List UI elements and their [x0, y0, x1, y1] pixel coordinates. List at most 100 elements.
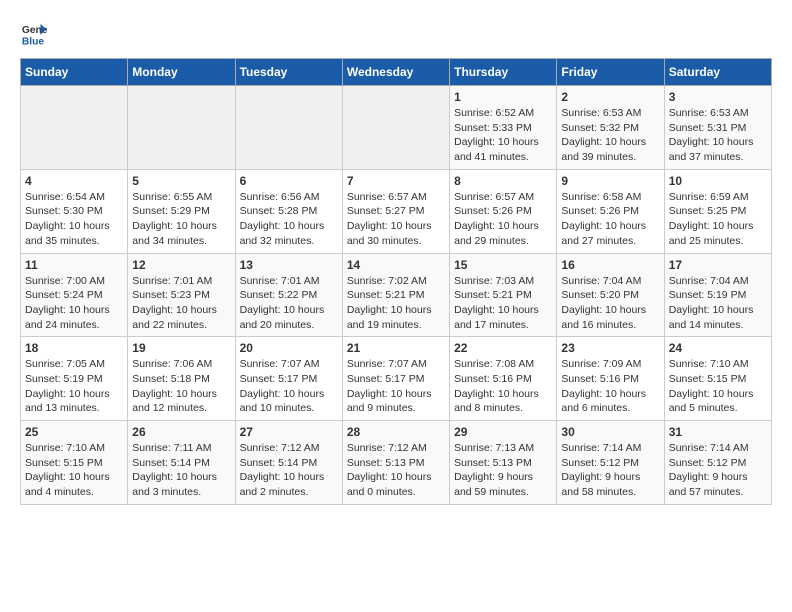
day-number: 7	[347, 174, 445, 188]
day-number: 17	[669, 258, 767, 272]
calendar-cell: 30Sunrise: 7:14 AM Sunset: 5:12 PM Dayli…	[557, 421, 664, 505]
day-number: 20	[240, 341, 338, 355]
weekday-header-sunday: Sunday	[21, 59, 128, 86]
day-info: Sunrise: 7:07 AM Sunset: 5:17 PM Dayligh…	[347, 357, 445, 416]
day-number: 12	[132, 258, 230, 272]
day-number: 21	[347, 341, 445, 355]
week-row-5: 25 Sunrise: 7:10 AM Sunset: 5:15 PM Dayli…	[21, 421, 772, 505]
day-number: 26	[132, 425, 230, 439]
day-number: 16	[561, 258, 659, 272]
day-number: 4	[25, 174, 123, 188]
calendar-cell: 15 Sunrise: 7:03 AM Sunset: 5:21 PM Dayli…	[450, 253, 557, 337]
weekday-header-monday: Monday	[128, 59, 235, 86]
calendar-cell: 12 Sunrise: 7:01 AM Sunset: 5:23 PM Dayli…	[128, 253, 235, 337]
week-row-2: 4 Sunrise: 6:54 AM Sunset: 5:30 PM Daylig…	[21, 169, 772, 253]
calendar-cell: 27 Sunrise: 7:12 AM Sunset: 5:14 PM Dayli…	[235, 421, 342, 505]
day-info: Sunrise: 7:13 AM Sunset: 5:13 PM Dayligh…	[454, 441, 552, 500]
day-info: Sunrise: 7:12 AM Sunset: 5:14 PM Dayligh…	[240, 441, 338, 500]
calendar-cell: 10 Sunrise: 6:59 AM Sunset: 5:25 PM Dayli…	[664, 169, 771, 253]
calendar-cell: 14Sunrise: 7:02 AM Sunset: 5:21 PM Dayli…	[342, 253, 449, 337]
weekday-header-friday: Friday	[557, 59, 664, 86]
day-info: Sunrise: 6:53 AM Sunset: 5:32 PM Dayligh…	[561, 106, 659, 165]
calendar-cell: 18 Sunrise: 7:05 AM Sunset: 5:19 PM Dayli…	[21, 337, 128, 421]
calendar-cell: 31 Sunrise: 7:14 AM Sunset: 5:12 PM Dayli…	[664, 421, 771, 505]
day-info: Sunrise: 7:09 AM Sunset: 5:16 PM Dayligh…	[561, 357, 659, 416]
day-info: Sunrise: 6:57 AM Sunset: 5:26 PM Dayligh…	[454, 190, 552, 249]
day-info: Sunrise: 7:14 AM Sunset: 5:12 PM Dayligh…	[669, 441, 767, 500]
week-row-1: 1 Sunrise: 6:52 AM Sunset: 5:33 PM Daylig…	[21, 86, 772, 170]
calendar-cell: 2 Sunrise: 6:53 AM Sunset: 5:32 PM Daylig…	[557, 86, 664, 170]
day-info: Sunrise: 7:10 AM Sunset: 5:15 PM Dayligh…	[25, 441, 123, 500]
calendar-cell: 4 Sunrise: 6:54 AM Sunset: 5:30 PM Daylig…	[21, 169, 128, 253]
day-number: 15	[454, 258, 552, 272]
day-number: 11	[25, 258, 123, 272]
calendar-cell: 17Sunrise: 7:04 AM Sunset: 5:19 PM Dayli…	[664, 253, 771, 337]
day-number: 23	[561, 341, 659, 355]
logo-icon: General Blue	[20, 20, 48, 48]
calendar-cell: 28 Sunrise: 7:12 AM Sunset: 5:13 PM Dayli…	[342, 421, 449, 505]
calendar-cell: 29 Sunrise: 7:13 AM Sunset: 5:13 PM Dayli…	[450, 421, 557, 505]
day-info: Sunrise: 6:52 AM Sunset: 5:33 PM Dayligh…	[454, 106, 552, 165]
day-info: Sunrise: 6:59 AM Sunset: 5:25 PM Dayligh…	[669, 190, 767, 249]
day-number: 8	[454, 174, 552, 188]
weekday-header-thursday: Thursday	[450, 59, 557, 86]
day-info: Sunrise: 6:54 AM Sunset: 5:30 PM Dayligh…	[25, 190, 123, 249]
calendar-cell: 11 Sunrise: 7:00 AM Sunset: 5:24 PM Dayli…	[21, 253, 128, 337]
day-info: Sunrise: 7:14 AM Sunset: 5:12 PM Dayligh…	[561, 441, 659, 500]
day-number: 1	[454, 90, 552, 104]
svg-text:Blue: Blue	[22, 36, 45, 47]
calendar-cell	[21, 86, 128, 170]
day-info: Sunrise: 6:56 AM Sunset: 5:28 PM Dayligh…	[240, 190, 338, 249]
calendar-cell: 3Sunrise: 6:53 AM Sunset: 5:31 PM Daylig…	[664, 86, 771, 170]
day-number: 10	[669, 174, 767, 188]
day-number: 29	[454, 425, 552, 439]
day-info: Sunrise: 7:02 AM Sunset: 5:21 PM Dayligh…	[347, 274, 445, 333]
calendar-cell: 20Sunrise: 7:07 AM Sunset: 5:17 PM Dayli…	[235, 337, 342, 421]
day-info: Sunrise: 7:00 AM Sunset: 5:24 PM Dayligh…	[25, 274, 123, 333]
day-number: 6	[240, 174, 338, 188]
day-info: Sunrise: 6:57 AM Sunset: 5:27 PM Dayligh…	[347, 190, 445, 249]
page-header: General Blue	[20, 20, 772, 48]
weekday-header-saturday: Saturday	[664, 59, 771, 86]
day-number: 19	[132, 341, 230, 355]
day-info: Sunrise: 7:08 AM Sunset: 5:16 PM Dayligh…	[454, 357, 552, 416]
calendar-cell	[128, 86, 235, 170]
calendar-cell: 1 Sunrise: 6:52 AM Sunset: 5:33 PM Daylig…	[450, 86, 557, 170]
week-row-4: 18 Sunrise: 7:05 AM Sunset: 5:19 PM Dayli…	[21, 337, 772, 421]
day-number: 13	[240, 258, 338, 272]
day-info: Sunrise: 7:06 AM Sunset: 5:18 PM Dayligh…	[132, 357, 230, 416]
calendar-cell: 19 Sunrise: 7:06 AM Sunset: 5:18 PM Dayli…	[128, 337, 235, 421]
weekday-header-tuesday: Tuesday	[235, 59, 342, 86]
day-number: 22	[454, 341, 552, 355]
logo: General Blue	[20, 20, 48, 48]
calendar-cell: 8 Sunrise: 6:57 AM Sunset: 5:26 PM Daylig…	[450, 169, 557, 253]
day-number: 28	[347, 425, 445, 439]
day-number: 31	[669, 425, 767, 439]
calendar-cell	[235, 86, 342, 170]
day-number: 25	[25, 425, 123, 439]
calendar-cell: 16 Sunrise: 7:04 AM Sunset: 5:20 PM Dayli…	[557, 253, 664, 337]
calendar-cell: 26 Sunrise: 7:11 AM Sunset: 5:14 PM Dayli…	[128, 421, 235, 505]
calendar-cell: 23 Sunrise: 7:09 AM Sunset: 5:16 PM Dayli…	[557, 337, 664, 421]
day-info: Sunrise: 6:55 AM Sunset: 5:29 PM Dayligh…	[132, 190, 230, 249]
calendar-cell: 25 Sunrise: 7:10 AM Sunset: 5:15 PM Dayli…	[21, 421, 128, 505]
day-info: Sunrise: 6:53 AM Sunset: 5:31 PM Dayligh…	[669, 106, 767, 165]
day-info: Sunrise: 7:01 AM Sunset: 5:23 PM Dayligh…	[132, 274, 230, 333]
day-number: 9	[561, 174, 659, 188]
calendar-cell: 6 Sunrise: 6:56 AM Sunset: 5:28 PM Daylig…	[235, 169, 342, 253]
calendar-cell: 5Sunrise: 6:55 AM Sunset: 5:29 PM Daylig…	[128, 169, 235, 253]
calendar-cell: 22 Sunrise: 7:08 AM Sunset: 5:16 PM Dayli…	[450, 337, 557, 421]
day-number: 18	[25, 341, 123, 355]
day-number: 27	[240, 425, 338, 439]
day-info: Sunrise: 7:05 AM Sunset: 5:19 PM Dayligh…	[25, 357, 123, 416]
day-info: Sunrise: 7:04 AM Sunset: 5:20 PM Dayligh…	[561, 274, 659, 333]
calendar-cell	[342, 86, 449, 170]
day-info: Sunrise: 7:12 AM Sunset: 5:13 PM Dayligh…	[347, 441, 445, 500]
day-info: Sunrise: 7:03 AM Sunset: 5:21 PM Dayligh…	[454, 274, 552, 333]
day-number: 24	[669, 341, 767, 355]
calendar-cell: 9Sunrise: 6:58 AM Sunset: 5:26 PM Daylig…	[557, 169, 664, 253]
calendar-cell: 21 Sunrise: 7:07 AM Sunset: 5:17 PM Dayli…	[342, 337, 449, 421]
calendar-cell: 7 Sunrise: 6:57 AM Sunset: 5:27 PM Daylig…	[342, 169, 449, 253]
day-number: 2	[561, 90, 659, 104]
day-info: Sunrise: 7:11 AM Sunset: 5:14 PM Dayligh…	[132, 441, 230, 500]
